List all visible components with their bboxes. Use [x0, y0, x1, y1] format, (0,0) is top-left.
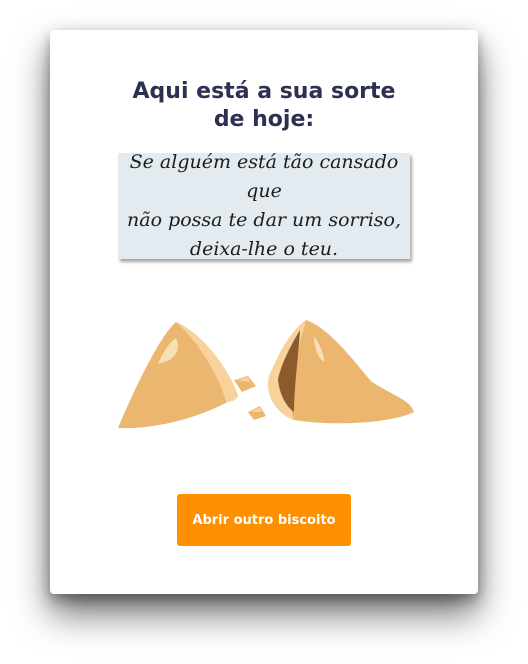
open-another-cookie-button[interactable]: Abrir outro biscoito — [177, 494, 351, 546]
fortune-card: Aqui está a sua sorte de hoje: Se alguém… — [50, 30, 478, 594]
fortune-line-1: Se alguém está tão cansado que — [129, 151, 399, 202]
title-line-2: de hoje: — [213, 107, 315, 132]
title-line-1: Aqui está a sua sorte — [132, 79, 396, 104]
fortune-line-3: deixa-lhe o teu. — [189, 238, 339, 260]
page-title: Aqui está a sua sorte de hoje: — [50, 78, 478, 134]
fortune-message-box: Se alguém está tão cansado que não possa… — [118, 151, 410, 260]
broken-fortune-cookie-icon — [118, 320, 414, 429]
fortune-message: Se alguém está tão cansado que não possa… — [126, 148, 402, 264]
fortune-line-2: não possa te dar um sorriso, — [127, 209, 401, 231]
